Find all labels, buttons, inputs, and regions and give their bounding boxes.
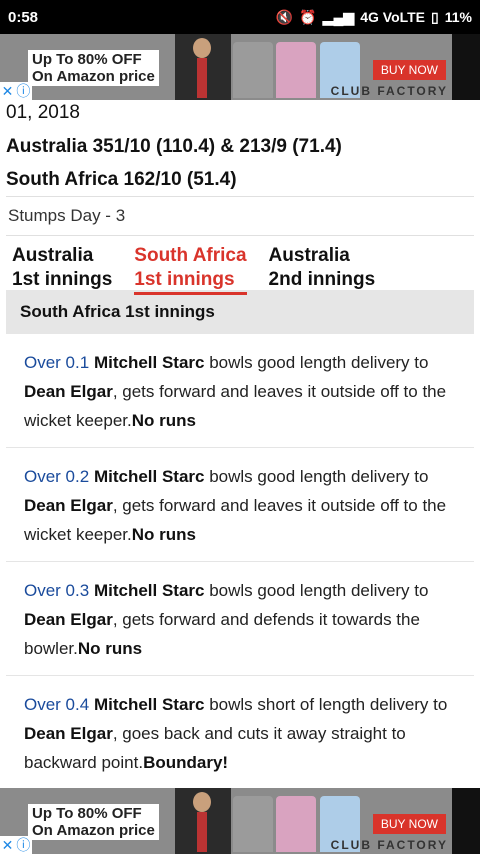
ad-close-controls[interactable]: ✕ ⓘ — [0, 836, 32, 854]
ad-jacket-image — [276, 796, 316, 852]
info-icon[interactable]: ⓘ — [16, 835, 30, 854]
ad-buy-button[interactable]: BUY NOW — [372, 60, 446, 80]
ad-jacket-image — [233, 796, 273, 852]
commentary-item: Over 0.2 Mitchell Starc bowls good lengt… — [6, 448, 474, 562]
commentary-item: Over 0.4 Mitchell Starc bowls short of l… — [6, 676, 474, 790]
ad-brand: CLUB FACTORY — [330, 838, 448, 852]
batsman-name: Dean Elgar — [24, 724, 113, 743]
bowler-name: Mitchell Starc — [93, 695, 205, 714]
ad-model-image — [175, 34, 231, 100]
commentary-text: bowls short of length delivery to — [204, 695, 448, 714]
ad-line2: On Amazon price — [32, 68, 155, 85]
ad-text: Up To 80% OFF On Amazon price — [28, 804, 159, 840]
commentary-item: Over 0.3 Mitchell Starc bowls good lengt… — [6, 562, 474, 676]
close-icon[interactable]: ✕ — [2, 837, 14, 854]
ball-result: No runs — [77, 639, 143, 658]
battery-label: 11% — [444, 9, 472, 25]
tab-australia-1st-innings[interactable]: Australia 1st innings — [12, 244, 112, 290]
commentary-text: bowls good length delivery to — [204, 353, 429, 372]
batsman-name: Dean Elgar — [24, 610, 113, 629]
ad-line1: Up To 80% OFF — [32, 805, 142, 822]
commentary-text: bowls good length delivery to — [204, 581, 429, 600]
over-number: Over 0.4 — [24, 695, 90, 714]
ad-model-image — [175, 788, 231, 854]
info-icon[interactable]: ⓘ — [16, 81, 30, 100]
ad-buy-button[interactable]: BUY NOW — [372, 814, 446, 834]
bowler-name: Mitchell Starc — [93, 581, 205, 600]
innings-tabs: Australia 1st innings South Africa 1st i… — [0, 236, 480, 295]
battery-icon: ▯ — [431, 8, 439, 25]
ad-line1: Up To 80% OFF — [32, 51, 142, 68]
mute-icon: 🔇 — [275, 8, 294, 25]
ball-result: No runs — [131, 411, 196, 430]
match-content: 01, 2018 Australia 351/10 (110.4) & 213/… — [0, 100, 480, 790]
match-status: Stumps Day - 3 — [8, 206, 126, 225]
ad-text: Up To 80% OFF On Amazon price — [28, 50, 159, 86]
ad-line2: On Amazon price — [32, 822, 155, 839]
commentary-item: Over 0.1 Mitchell Starc bowls good lengt… — [6, 334, 474, 448]
ad-jacket-image — [233, 42, 273, 98]
ball-result: No runs — [131, 525, 196, 544]
close-icon[interactable]: ✕ — [2, 83, 14, 100]
network-label: 4G VoLTE — [360, 9, 426, 25]
ad-banner-top[interactable]: Up To 80% OFF On Amazon price BUY NOW CL… — [0, 34, 480, 100]
section-title: South Africa 1st innings — [6, 290, 474, 334]
batsman-name: Dean Elgar — [24, 382, 113, 401]
ad-brand: CLUB FACTORY — [330, 84, 448, 98]
bowler-name: Mitchell Starc — [93, 353, 205, 372]
batsman-name: Dean Elgar — [24, 496, 113, 515]
ad-edge — [452, 788, 480, 854]
commentary-text: bowls good length delivery to — [204, 467, 429, 486]
status-icons: 🔇 ⏰ ▂▄▆ 4G VoLTE ▯ 11% — [276, 9, 472, 26]
ad-banner-bottom[interactable]: Up To 80% OFF On Amazon price BUY NOW CL… — [0, 788, 480, 854]
tab-south-africa-1st-innings[interactable]: South Africa 1st innings — [134, 244, 247, 295]
bowler-name: Mitchell Starc — [93, 467, 205, 486]
score-australia: Australia 351/10 (110.4) & 213/9 (71.4) — [6, 136, 342, 157]
ad-edge — [452, 34, 480, 100]
status-time: 0:58 — [8, 8, 39, 26]
alarm-icon: ⏰ — [299, 8, 317, 25]
ball-result: Boundary! — [143, 753, 229, 772]
over-number: Over 0.2 — [24, 467, 90, 486]
score-south-africa: South Africa 162/10 (51.4) — [6, 169, 237, 190]
status-bar: 0:58 🔇 ⏰ ▂▄▆ 4G VoLTE ▯ 11% — [0, 0, 480, 34]
signal-icon: ▂▄▆ — [322, 8, 355, 25]
ad-jacket-image — [276, 42, 316, 98]
ad-close-controls[interactable]: ✕ ⓘ — [0, 82, 32, 100]
tab-australia-2nd-innings[interactable]: Australia 2nd innings — [269, 244, 376, 290]
over-number: Over 0.1 — [24, 353, 90, 372]
over-number: Over 0.3 — [24, 581, 90, 600]
match-date: 01, 2018 — [6, 102, 80, 123]
